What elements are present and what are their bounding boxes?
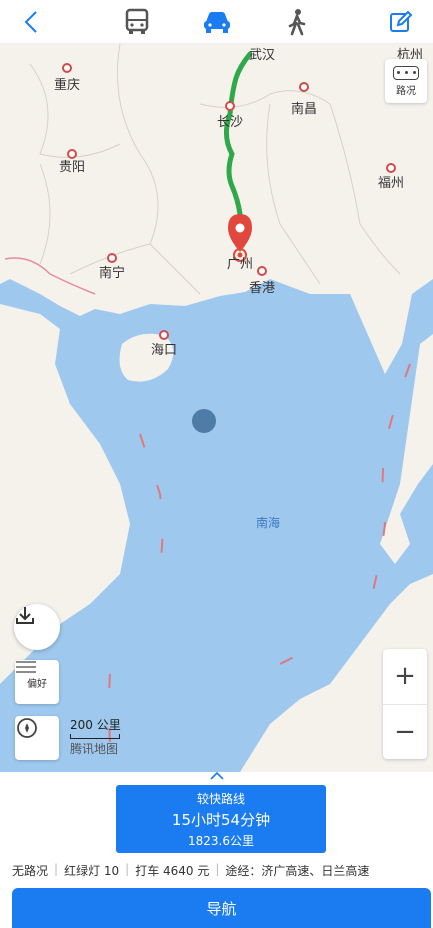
traffic-label: 路况 — [396, 85, 416, 97]
top-bar — [0, 0, 433, 44]
route-traffic-status: 无路况 — [12, 864, 49, 878]
city-label-hongkong: 香港 — [248, 281, 276, 296]
traffic-toggle-button[interactable]: 路况 — [385, 59, 427, 103]
route-distance: 1823.6公里 — [188, 833, 254, 848]
edit-button[interactable] — [385, 6, 417, 38]
tab-bus[interactable] — [121, 6, 153, 38]
city-label-chongqing: 重庆 — [53, 78, 81, 93]
route-duration: 15小时54分钟 — [171, 810, 271, 829]
route-via: 途经：济广高速、日兰高速 — [225, 864, 370, 878]
preference-label: 偏好 — [27, 678, 47, 690]
map-scale: 200 公里 — [70, 716, 121, 739]
map-view[interactable]: 武汉 重庆 南昌 长沙 贵阳 福州 南宁 广州 香港 海口 杭州 南海 路况 偏… — [0, 44, 433, 772]
city-label-nanchang: 南昌 — [290, 102, 318, 117]
city-marker-nanchang — [299, 82, 309, 92]
city-label-guangzhou: 广州 — [226, 257, 254, 272]
scale-label: 200 公里 — [70, 718, 121, 732]
current-location-dot — [192, 409, 216, 433]
map-canvas — [0, 44, 433, 772]
chevron-up-icon[interactable] — [209, 772, 224, 780]
separator: | — [125, 862, 130, 876]
city-marker-hongkong — [257, 266, 267, 276]
city-label-wuhan: 武汉 — [248, 48, 276, 63]
separator: | — [215, 862, 220, 876]
zoom-controls: + − — [383, 649, 427, 759]
map-brand-logo: 腾讯地图 — [70, 742, 119, 756]
navigate-button[interactable]: 导航 — [12, 888, 431, 928]
tab-walk[interactable] — [281, 6, 313, 38]
zoom-in-button[interactable]: + — [383, 649, 427, 705]
city-label-guiyang: 贵阳 — [58, 160, 86, 175]
route-tag: 较快路线 — [196, 791, 245, 806]
sea-label: 南海 — [256, 516, 281, 530]
route-option-card[interactable]: 较快路线 15小时54分钟 1823.6公里 — [116, 785, 326, 853]
city-marker-chongqing — [62, 63, 72, 73]
city-label-haikou: 海口 — [150, 343, 178, 358]
chevron-left-icon — [24, 10, 37, 33]
travel-mode-tabs — [121, 6, 313, 38]
route-panel: 较快路线 15小时54分钟 1823.6公里 无路况 | 红绿灯 10 | 打车… — [0, 772, 433, 928]
preference-icon — [16, 661, 36, 673]
separator: | — [54, 862, 59, 876]
compass-button[interactable] — [15, 716, 59, 760]
scale-bar — [70, 734, 120, 739]
edit-icon — [390, 10, 413, 32]
city-label-changsha: 长沙 — [216, 115, 244, 130]
walk-icon — [288, 8, 305, 35]
bus-icon — [125, 8, 148, 34]
preference-button[interactable]: 偏好 — [15, 660, 59, 704]
city-marker-changsha — [225, 101, 235, 111]
compass-icon — [17, 718, 37, 738]
download-icon — [16, 607, 34, 624]
back-button[interactable] — [16, 6, 48, 38]
route-traffic-lights: 红绿灯 10 — [64, 864, 120, 878]
traffic-icon — [393, 65, 419, 80]
car-icon — [203, 11, 230, 33]
city-label-fuzhou: 福州 — [377, 176, 405, 191]
zoom-out-button[interactable]: − — [383, 705, 427, 760]
download-button[interactable] — [14, 604, 60, 650]
city-label-nanning: 南宁 — [98, 266, 126, 281]
route-info-line: 无路况 | 红绿灯 10 | 打车 4640 元 | 途经：济广高速、日兰高速 — [12, 862, 369, 879]
mainland-land — [0, 44, 433, 374]
tab-car[interactable] — [201, 6, 233, 38]
route-taxi-fare: 打车 4640 元 — [135, 864, 210, 878]
